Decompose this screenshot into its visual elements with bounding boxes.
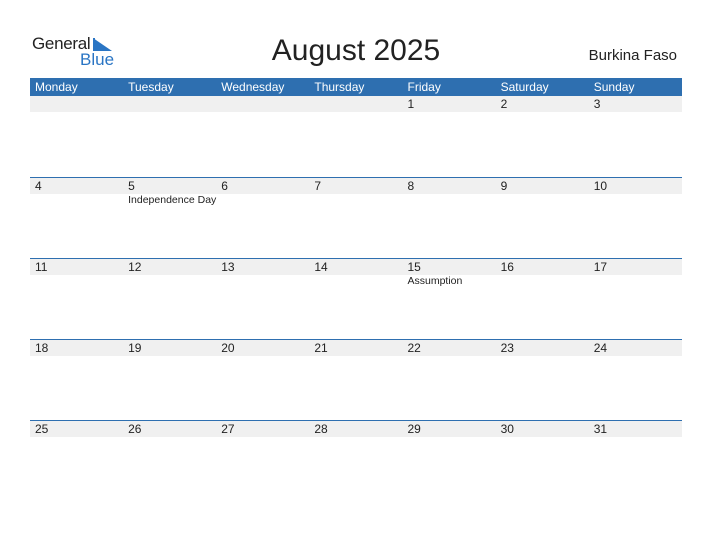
day-cell: 17 [589, 259, 682, 319]
day-cell: 15 Assumption [403, 259, 496, 319]
day-cell: 2 [496, 96, 589, 156]
day-number: 31 [593, 422, 608, 436]
day-cell: 1 [403, 96, 496, 156]
week-row: 4 5 Independence Day 6 7 8 9 10 [30, 177, 682, 259]
day-cell [123, 96, 216, 156]
day-number: 29 [407, 422, 421, 436]
day-cell: 22 [403, 340, 496, 400]
day-number: 19 [128, 341, 142, 355]
day-cell: 12 [123, 259, 216, 319]
day-number: 6 [221, 179, 228, 193]
day-number: 2 [500, 97, 508, 111]
day-number: 22 [407, 341, 421, 355]
week-cells: 18 19 20 21 22 23 24 [30, 340, 682, 400]
weekday-saturday: Saturday [500, 80, 549, 94]
day-number: 11 [35, 260, 48, 274]
day-number: 17 [593, 260, 608, 274]
day-number: 9 [500, 179, 508, 193]
week-row: 18 19 20 21 22 23 24 [30, 339, 682, 421]
day-cell: 10 [589, 178, 682, 238]
day-number: 28 [314, 422, 328, 436]
day-cell: 31 [589, 421, 682, 481]
week-cells: 4 5 Independence Day 6 7 8 9 10 [30, 178, 682, 238]
day-number: 10 [593, 179, 608, 193]
country-label: Burkina Faso [588, 47, 677, 64]
day-cell [309, 96, 402, 156]
holiday-label: Assumption [407, 275, 463, 287]
day-cell [216, 96, 309, 156]
day-number: 12 [128, 260, 142, 274]
week-cells: 11 12 13 14 15 Assumption 16 17 [30, 259, 682, 319]
weekday-thursday: Thursday [314, 80, 365, 94]
day-cell: 24 [589, 340, 682, 400]
day-number: 1 [407, 97, 415, 111]
day-cell [30, 96, 123, 156]
day-cell: 25 [30, 421, 123, 481]
day-number: 27 [221, 422, 235, 436]
weekday-tuesday: Tuesday [128, 80, 174, 94]
weekday-monday: Monday [35, 80, 78, 94]
day-cell: 21 [309, 340, 402, 400]
weekday-wednesday: Wednesday [221, 80, 285, 94]
holiday-label: Independence Day [128, 194, 217, 206]
day-number: 21 [314, 341, 328, 355]
day-cell: 30 [496, 421, 589, 481]
day-cell: 4 [30, 178, 123, 238]
day-cell: 28 [309, 421, 402, 481]
day-cell: 26 [123, 421, 216, 481]
day-number: 13 [221, 260, 235, 274]
day-number: 26 [128, 422, 142, 436]
weekday-friday: Friday [407, 80, 441, 94]
day-number: 16 [500, 260, 514, 274]
day-number: 5 [128, 179, 135, 193]
week-cells: 1 2 3 [30, 96, 682, 156]
day-cell: 7 [309, 178, 402, 238]
day-cell: 3 [589, 96, 682, 156]
day-number [314, 96, 402, 112]
weekday-header: Monday Tuesday Wednesday Thursday Friday… [30, 78, 682, 96]
week-cells: 25 26 27 28 29 30 31 [30, 421, 682, 481]
day-number: 20 [221, 341, 235, 355]
day-number: 4 [35, 179, 42, 193]
day-cell: 13 [216, 259, 309, 319]
day-number: 30 [500, 422, 514, 436]
day-cell: 6 [216, 178, 309, 238]
day-cell: 5 Independence Day [123, 178, 216, 238]
week-row: 11 12 13 14 15 Assumption 16 17 [30, 258, 682, 340]
day-number [221, 96, 309, 112]
day-number: 18 [35, 341, 49, 355]
day-cell: 14 [309, 259, 402, 319]
day-cell: 20 [216, 340, 309, 400]
day-cell: 18 [30, 340, 123, 400]
day-cell: 8 [403, 178, 496, 238]
day-number: 23 [500, 341, 514, 355]
week-row: 25 26 27 28 29 30 31 [30, 420, 682, 502]
day-cell: 27 [216, 421, 309, 481]
week-row: 1 2 3 [30, 96, 682, 177]
day-number: 7 [314, 179, 322, 193]
day-number: 14 [314, 260, 328, 274]
day-cell: 23 [496, 340, 589, 400]
day-cell: 9 [496, 178, 589, 238]
day-number [35, 96, 123, 112]
weekday-sunday: Sunday [593, 80, 635, 94]
day-number [128, 96, 216, 112]
day-cell: 11 [30, 259, 123, 319]
day-cell: 16 [496, 259, 589, 319]
day-number: 24 [593, 341, 608, 355]
day-number: 3 [593, 97, 601, 111]
day-number: 25 [35, 422, 49, 436]
day-cell: 29 [403, 421, 496, 481]
day-cell: 19 [123, 340, 216, 400]
day-number: 8 [407, 179, 415, 193]
day-number: 15 [407, 260, 421, 274]
